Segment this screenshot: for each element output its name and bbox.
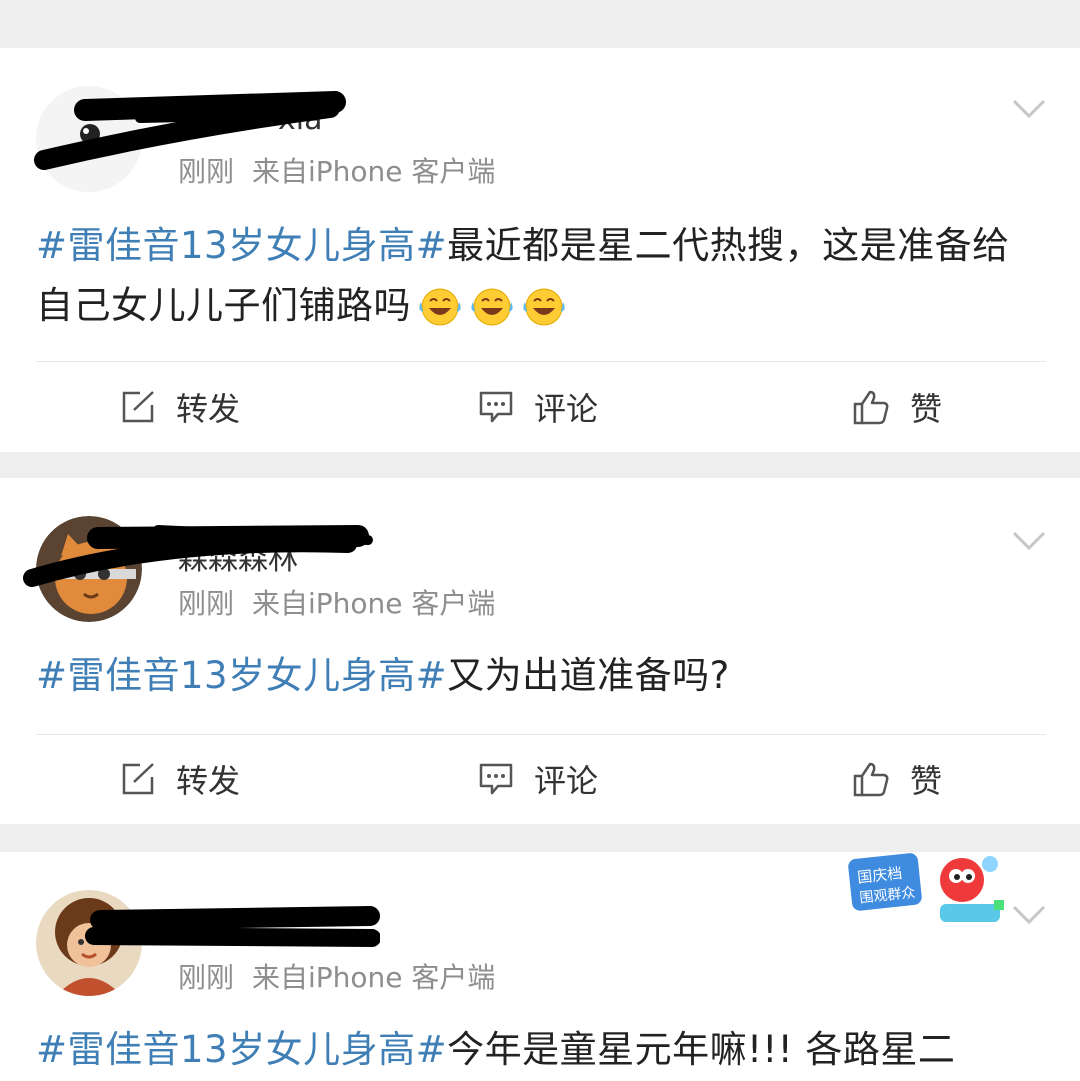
post-body: 又为出道准备吗? <box>447 654 730 697</box>
post-meta: 刚刚 来自iPhone 客户端 <box>178 956 495 996</box>
post-meta: 刚刚 来自iPhone 客户端 <box>178 150 495 190</box>
username[interactable]: 森森森林 <box>178 534 298 578</box>
laugh-cry-emoji <box>523 288 565 326</box>
hashtag-link[interactable]: #雷佳音13岁女儿身高# <box>36 1028 447 1071</box>
chevron-down-icon[interactable] <box>1012 98 1046 120</box>
username[interactable]: xia <box>278 102 322 137</box>
repost-icon <box>122 391 154 423</box>
laugh-cry-emoji <box>419 288 461 326</box>
avatar[interactable] <box>36 890 142 996</box>
avatar[interactable] <box>36 86 142 192</box>
post-body: 今年是童星元年嘛!!! 各路星二 <box>447 1028 956 1071</box>
avatar[interactable] <box>36 516 142 622</box>
thumbs-up-icon <box>853 390 889 425</box>
post-time: 刚刚 <box>178 155 235 188</box>
chevron-down-icon[interactable] <box>1012 904 1046 926</box>
comment-label: 评论 <box>534 762 599 800</box>
emoji-row <box>417 286 567 326</box>
like-label: 赞 <box>910 762 943 800</box>
post-time: 刚刚 <box>178 961 235 994</box>
laugh-cry-emoji <box>471 288 513 326</box>
post-time: 刚刚 <box>178 587 235 620</box>
repost-button[interactable]: 转发 <box>120 362 240 452</box>
post-text: #雷佳音13岁女儿身高#最近都是星二代热搜，这是准备给自己女儿儿子们铺路吗 <box>36 216 1036 336</box>
post-meta: 刚刚 来自iPhone 客户端 <box>178 582 495 622</box>
post-source: 来自iPhone 客户端 <box>252 961 496 994</box>
comment-icon <box>479 391 513 423</box>
repost-icon <box>122 763 154 795</box>
thumbs-up-icon <box>853 762 889 797</box>
hashtag-link[interactable]: #雷佳音13岁女儿身高# <box>36 654 447 697</box>
like-label: 赞 <box>910 390 943 428</box>
like-button[interactable]: 赞 <box>852 362 942 452</box>
repost-label: 转发 <box>176 390 241 428</box>
post-text: #雷佳音13岁女儿身高#又为出道准备吗? <box>36 646 1036 706</box>
action-bar: 转发 评论 赞 <box>0 734 1080 824</box>
like-button[interactable]: 赞 <box>852 734 942 824</box>
comment-label: 评论 <box>534 390 599 428</box>
post-source: 来自iPhone 客户端 <box>252 155 496 188</box>
post-card-2: 森森森林 刚刚 来自iPhone 客户端 #雷佳音13岁女儿身高#又为出道准备吗?… <box>0 478 1080 824</box>
post-card-1: xia 刚刚 来自iPhone 客户端 #雷佳音13岁女儿身高#最近都是星二代热搜… <box>0 48 1080 452</box>
action-bar: 转发 评论 赞 <box>0 362 1080 452</box>
chevron-down-icon[interactable] <box>1012 530 1046 552</box>
comment-button[interactable]: 评论 <box>478 362 598 452</box>
post-source: 来自iPhone 客户端 <box>252 587 496 620</box>
repost-label: 转发 <box>176 762 241 800</box>
repost-button[interactable]: 转发 <box>120 734 240 824</box>
hashtag-link[interactable]: #雷佳音13岁女儿身高# <box>36 224 447 267</box>
comment-button[interactable]: 评论 <box>478 734 598 824</box>
comment-icon <box>479 763 513 795</box>
post-text: #雷佳音13岁女儿身高#今年是童星元年嘛!!! 各路星二 <box>36 1020 1036 1080</box>
national-day-badge[interactable]: 国庆档 围观群众 <box>844 850 1009 932</box>
